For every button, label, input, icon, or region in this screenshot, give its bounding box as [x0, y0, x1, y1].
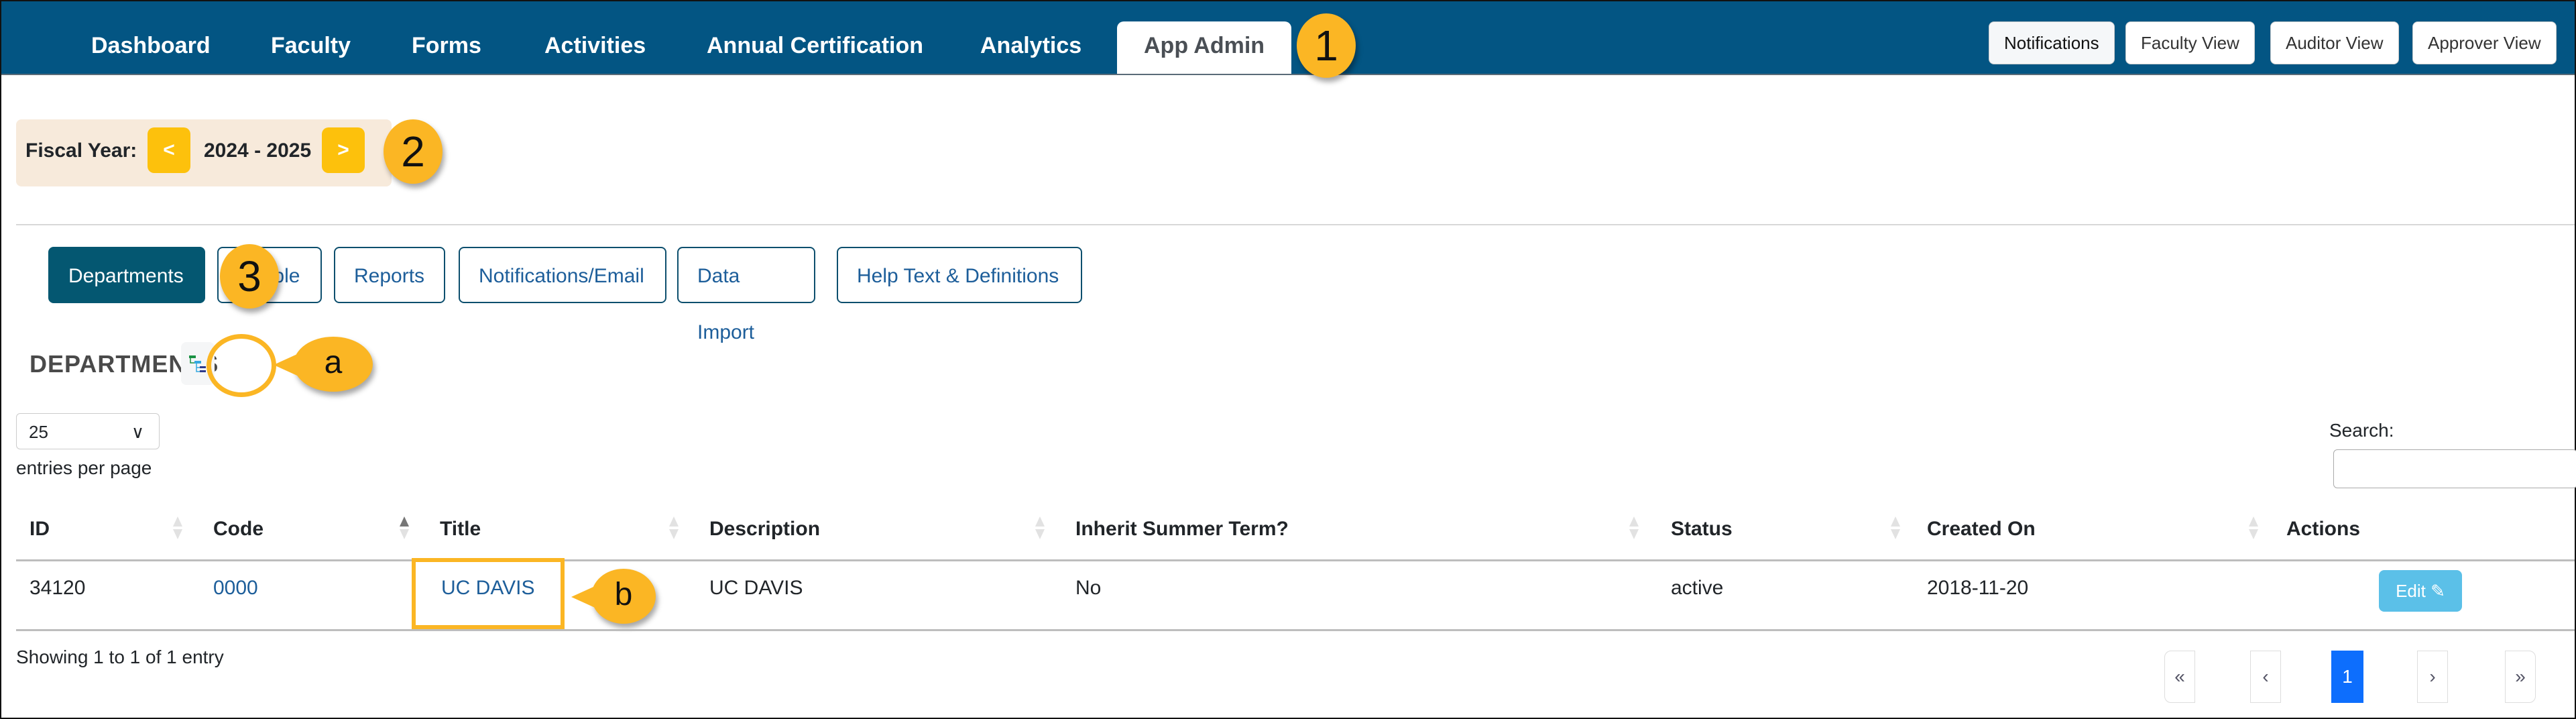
- sort-icon[interactable]: [1035, 516, 1045, 541]
- callout-b-label: b: [614, 577, 633, 612]
- fiscal-year-label: Fiscal Year:: [25, 140, 137, 162]
- previous-page-button[interactable]: ‹: [2250, 651, 2281, 703]
- column-header-inherit-summer-term[interactable]: Inherit Summer Term?: [1075, 518, 1289, 541]
- fiscal-year-selector: Fiscal Year: < 2024 - 2025 >: [16, 119, 392, 186]
- column-header-description[interactable]: Description: [709, 518, 820, 541]
- column-header-actions: Actions: [2286, 518, 2361, 540]
- callout-2: 2: [384, 119, 443, 184]
- nav-forms[interactable]: Forms: [385, 21, 508, 74]
- table-divider: [16, 629, 2575, 631]
- callout-a: a: [274, 337, 373, 392]
- sort-icon[interactable]: [1891, 516, 1900, 541]
- nav-activities[interactable]: Activities: [518, 21, 672, 74]
- table-divider: [16, 559, 2575, 561]
- tab-departments[interactable]: Departments: [48, 247, 205, 303]
- callout-a-label: a: [324, 345, 343, 380]
- callout-b: b: [571, 569, 656, 624]
- entries-per-page-value: 25: [29, 422, 48, 442]
- entries-per-page-label: entries per page: [16, 457, 152, 478]
- next-year-button[interactable]: >: [322, 127, 365, 173]
- fiscal-year-value: 2024 - 2025: [204, 140, 312, 162]
- faculty-view-button[interactable]: Faculty View: [2125, 21, 2255, 64]
- cell-id: 34120: [30, 577, 86, 599]
- search-label: Search:: [2329, 420, 2394, 441]
- tab-help-text-definitions[interactable]: Help Text & Definitions: [837, 247, 1082, 303]
- table-summary: Showing 1 to 1 of 1 entry: [16, 647, 224, 667]
- callout-b-highlight: [412, 558, 565, 629]
- cell-inherit-summer-term: No: [1075, 577, 1102, 599]
- column-header-created-on[interactable]: Created On: [1927, 518, 2036, 541]
- cell-code-link[interactable]: 0000: [213, 577, 258, 600]
- tab-data-import[interactable]: Data Import: [677, 247, 815, 343]
- next-page-button[interactable]: ›: [2417, 651, 2448, 703]
- divider: [16, 224, 2575, 225]
- sort-icon[interactable]: [173, 516, 182, 541]
- callout-1: 1: [1297, 13, 1356, 78]
- approver-view-button[interactable]: Approver View: [2412, 21, 2557, 64]
- cell-created-on: 2018-11-20: [1927, 577, 2029, 599]
- entries-per-page-select[interactable]: 25 ∨: [16, 413, 160, 449]
- notifications-button[interactable]: Notifications: [1989, 21, 2115, 64]
- callout-a-ring: [207, 334, 276, 397]
- column-header-code[interactable]: Code: [213, 518, 264, 541]
- sort-icon[interactable]: [2249, 516, 2258, 541]
- last-page-button[interactable]: »: [2505, 651, 2536, 703]
- first-page-button[interactable]: «: [2164, 651, 2195, 703]
- tab-reports[interactable]: Reports: [334, 247, 445, 303]
- column-header-status[interactable]: Status: [1671, 518, 1733, 541]
- sort-icon[interactable]: [669, 516, 679, 541]
- search-input[interactable]: [2333, 449, 2576, 488]
- cell-status: active: [1671, 577, 1724, 599]
- sort-ascending-icon[interactable]: [400, 516, 409, 541]
- sort-icon[interactable]: [1629, 516, 1639, 541]
- nav-analytics[interactable]: Analytics: [953, 21, 1108, 74]
- column-header-title[interactable]: Title: [440, 518, 481, 541]
- callout-3: 3: [220, 244, 279, 309]
- top-navbar: Dashboard Faculty Forms Activities Annua…: [1, 1, 2575, 75]
- chevron-down-icon: ∨: [131, 422, 144, 442]
- edit-button-label: Edit: [2396, 581, 2426, 601]
- page-1-button[interactable]: 1: [2331, 651, 2363, 703]
- column-header-id[interactable]: ID: [30, 518, 50, 541]
- cell-description: UC DAVIS: [709, 577, 803, 599]
- nav-faculty[interactable]: Faculty: [244, 21, 377, 74]
- nav-annual-certification[interactable]: Annual Certification: [680, 21, 950, 74]
- nav-app-admin[interactable]: App Admin: [1117, 21, 1292, 74]
- auditor-view-button[interactable]: Auditor View: [2270, 21, 2399, 64]
- previous-year-button[interactable]: <: [148, 127, 190, 173]
- pencil-icon: ✎: [2431, 581, 2445, 601]
- nav-dashboard[interactable]: Dashboard: [64, 21, 237, 74]
- tab-notifications-email[interactable]: Notifications/Email: [459, 247, 666, 303]
- edit-button[interactable]: Edit ✎: [2379, 570, 2462, 612]
